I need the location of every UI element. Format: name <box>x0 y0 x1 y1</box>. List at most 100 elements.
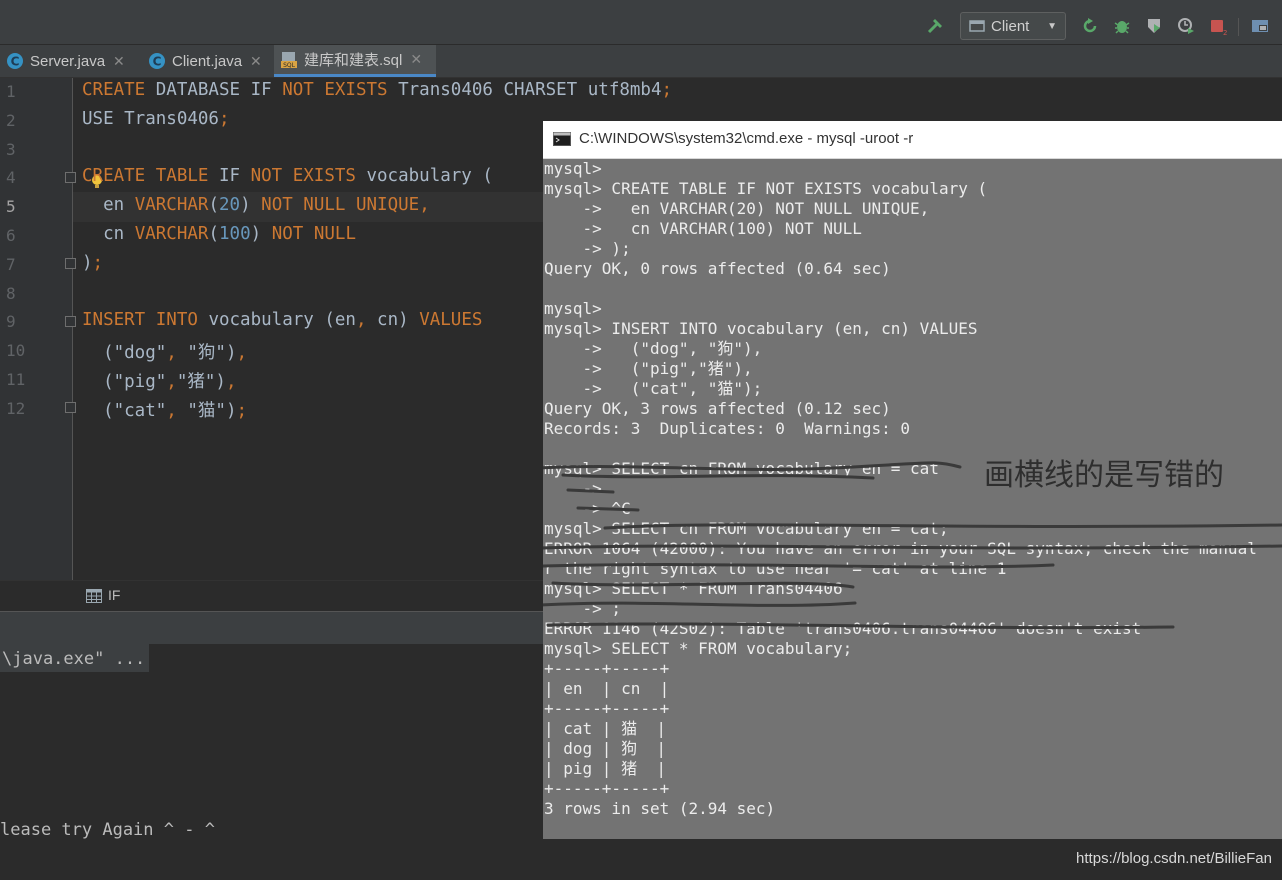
code-token: , <box>166 343 177 364</box>
tab-server-java[interactable]: C Server.java ✕ <box>0 45 140 77</box>
fold-marker[interactable] <box>65 172 76 183</box>
stop-icon[interactable]: 2 <box>1208 16 1228 36</box>
cmd-output-line: 3 rows in set (2.94 sec) <box>544 799 776 818</box>
table-icon <box>86 589 102 603</box>
debug-icon[interactable] <box>1112 16 1132 36</box>
cmd-output-line: | dog | 狗 | <box>544 739 666 758</box>
cmd-output-line: mysql> <box>544 299 602 318</box>
cmd-output-line: mysql> INSERT INTO vocabulary (en, cn) V… <box>544 319 978 338</box>
code-token: IF <box>250 80 272 100</box>
svg-text:SQL: SQL <box>283 62 296 69</box>
code-token: , <box>166 372 177 392</box>
main-toolbar: Client ▼ 2 <box>0 8 1282 45</box>
line-number: 7 <box>6 254 16 274</box>
close-icon[interactable]: ✕ <box>250 53 262 70</box>
fold-marker[interactable] <box>65 316 76 327</box>
code-token: 20 <box>219 195 241 216</box>
code-token: NOT EXISTS <box>250 166 356 187</box>
cmd-output-line: | cat | 猫 | <box>544 719 666 738</box>
rerun-icon[interactable] <box>1080 16 1100 36</box>
code-line: USE Trans0406; <box>82 109 230 129</box>
project-structure-icon[interactable] <box>1250 16 1270 36</box>
run-configuration-select[interactable]: Client ▼ <box>960 12 1066 40</box>
code-token: Trans0406 CHARSET utf8mb4 <box>387 80 662 100</box>
code-token: vocabulary (en <box>197 310 356 331</box>
cmd-output-line: Query OK, 0 rows affected (0.64 sec) <box>544 259 891 278</box>
tab-label: Server.java <box>30 52 106 70</box>
application-icon <box>969 18 985 34</box>
tab-client-java[interactable]: C Client.java ✕ <box>142 45 272 77</box>
code-token: en <box>82 195 135 216</box>
code-token: USE Trans0406 <box>82 108 219 129</box>
breadcrumb-label[interactable]: IF <box>108 587 120 603</box>
code-line: ("cat", "猫"); <box>82 397 247 422</box>
cmd-output-line: mysql> SELECT cn FROM vocabulary en = ca… <box>544 459 939 478</box>
code-token: INSERT INTO <box>82 310 198 331</box>
code-token: cn) <box>366 310 420 331</box>
code-token: , <box>225 372 237 392</box>
svg-text:2: 2 <box>1223 29 1227 36</box>
cmd-window[interactable]: C:\WINDOWS\system32\cmd.exe - mysql -uro… <box>543 121 1282 839</box>
cmd-output-line: mysql> <box>544 159 602 178</box>
console-output-line: lease try Again ^ - ^ <box>0 820 215 840</box>
code-line: ("pig","猪"), <box>82 368 237 393</box>
line-number: 2 <box>6 110 16 130</box>
cmd-output-line: -> ("pig","猪"), <box>544 359 753 378</box>
coverage-icon[interactable] <box>1144 16 1164 36</box>
cmd-output-line: -> ("cat", "猫"); <box>544 379 763 398</box>
line-number: 4 <box>6 168 16 188</box>
cmd-output-line: ERROR 1146 (42S02): Table 'trans0406.tra… <box>544 619 1142 638</box>
svg-text:C: C <box>11 55 20 69</box>
code-line: INSERT INTO vocabulary (en, cn) VALUES <box>82 310 482 330</box>
svg-text:C: C <box>153 55 162 69</box>
cmd-output-line: -> ; <box>544 599 622 618</box>
console-window-icon <box>553 132 571 146</box>
line-number: 6 <box>6 226 16 245</box>
code-token: CREATE TABLE <box>82 166 209 187</box>
cmd-output-line: -> ("dog", "狗"), <box>544 339 763 358</box>
code-token: IF <box>208 166 251 187</box>
cmd-output-line: mysql> SELECT * FROM Trans04406 <box>544 579 843 598</box>
close-icon[interactable]: ✕ <box>410 51 422 68</box>
cmd-title-bar[interactable]: C:\WINDOWS\system32\cmd.exe - mysql -uro… <box>543 121 1282 159</box>
fold-marker[interactable] <box>65 258 76 269</box>
code-token: VARCHAR <box>134 224 209 244</box>
code-token: NOT NULL <box>271 224 356 244</box>
code-token: VALUES <box>419 310 483 331</box>
cmd-output[interactable]: mysql> mysql> CREATE TABLE IF NOT EXISTS … <box>543 159 1282 839</box>
cmd-output-line: | en | cn | <box>544 679 670 698</box>
code-token: , <box>355 310 367 331</box>
code-token: , <box>419 195 430 216</box>
close-icon[interactable]: ✕ <box>113 53 125 70</box>
code-token: "猪") <box>176 372 226 392</box>
run-configuration-label: Client <box>991 17 1030 35</box>
cmd-output-line: -> cn VARCHAR(100) NOT NULL <box>544 219 862 238</box>
code-token: ; <box>218 108 230 129</box>
code-token: NOT NULL UNIQUE <box>261 195 420 216</box>
cmd-output-line: ERROR 1064 (42000): You have an error in… <box>544 539 1257 558</box>
cmd-output-line: +-----+-----+ <box>544 699 670 718</box>
code-token: "猫") <box>176 400 237 421</box>
code-token: "狗") <box>176 343 237 364</box>
code-token: cn <box>82 224 135 244</box>
cmd-output-line: +-----+-----+ <box>544 779 670 798</box>
fold-marker[interactable] <box>65 402 76 413</box>
tab-sql-file[interactable]: SQL 建库和建表.sql ✕ <box>274 45 436 77</box>
cmd-output-line: -> <box>544 479 602 498</box>
toolbar-separator <box>1238 18 1239 36</box>
code-token: vocabulary ( <box>355 166 493 187</box>
line-number: 12 <box>6 398 26 418</box>
code-token: ) <box>240 195 262 216</box>
hammer-icon[interactable] <box>926 16 946 36</box>
tab-label: 建库和建表.sql <box>304 52 403 69</box>
code-token: , <box>236 343 248 364</box>
line-number: 8 <box>6 283 16 303</box>
cmd-output-line: Query OK, 3 rows affected (0.12 sec) <box>544 399 891 418</box>
code-token: NOT EXISTS <box>282 80 388 100</box>
watermark: https://blog.csdn.net/BillieFan <box>1076 850 1272 867</box>
code-token: ( <box>208 195 219 216</box>
profile-icon[interactable] <box>1176 16 1196 36</box>
chevron-down-icon: ▼ <box>1047 20 1057 32</box>
tab-label: Client.java <box>172 52 243 70</box>
code-token: ; <box>92 252 104 273</box>
